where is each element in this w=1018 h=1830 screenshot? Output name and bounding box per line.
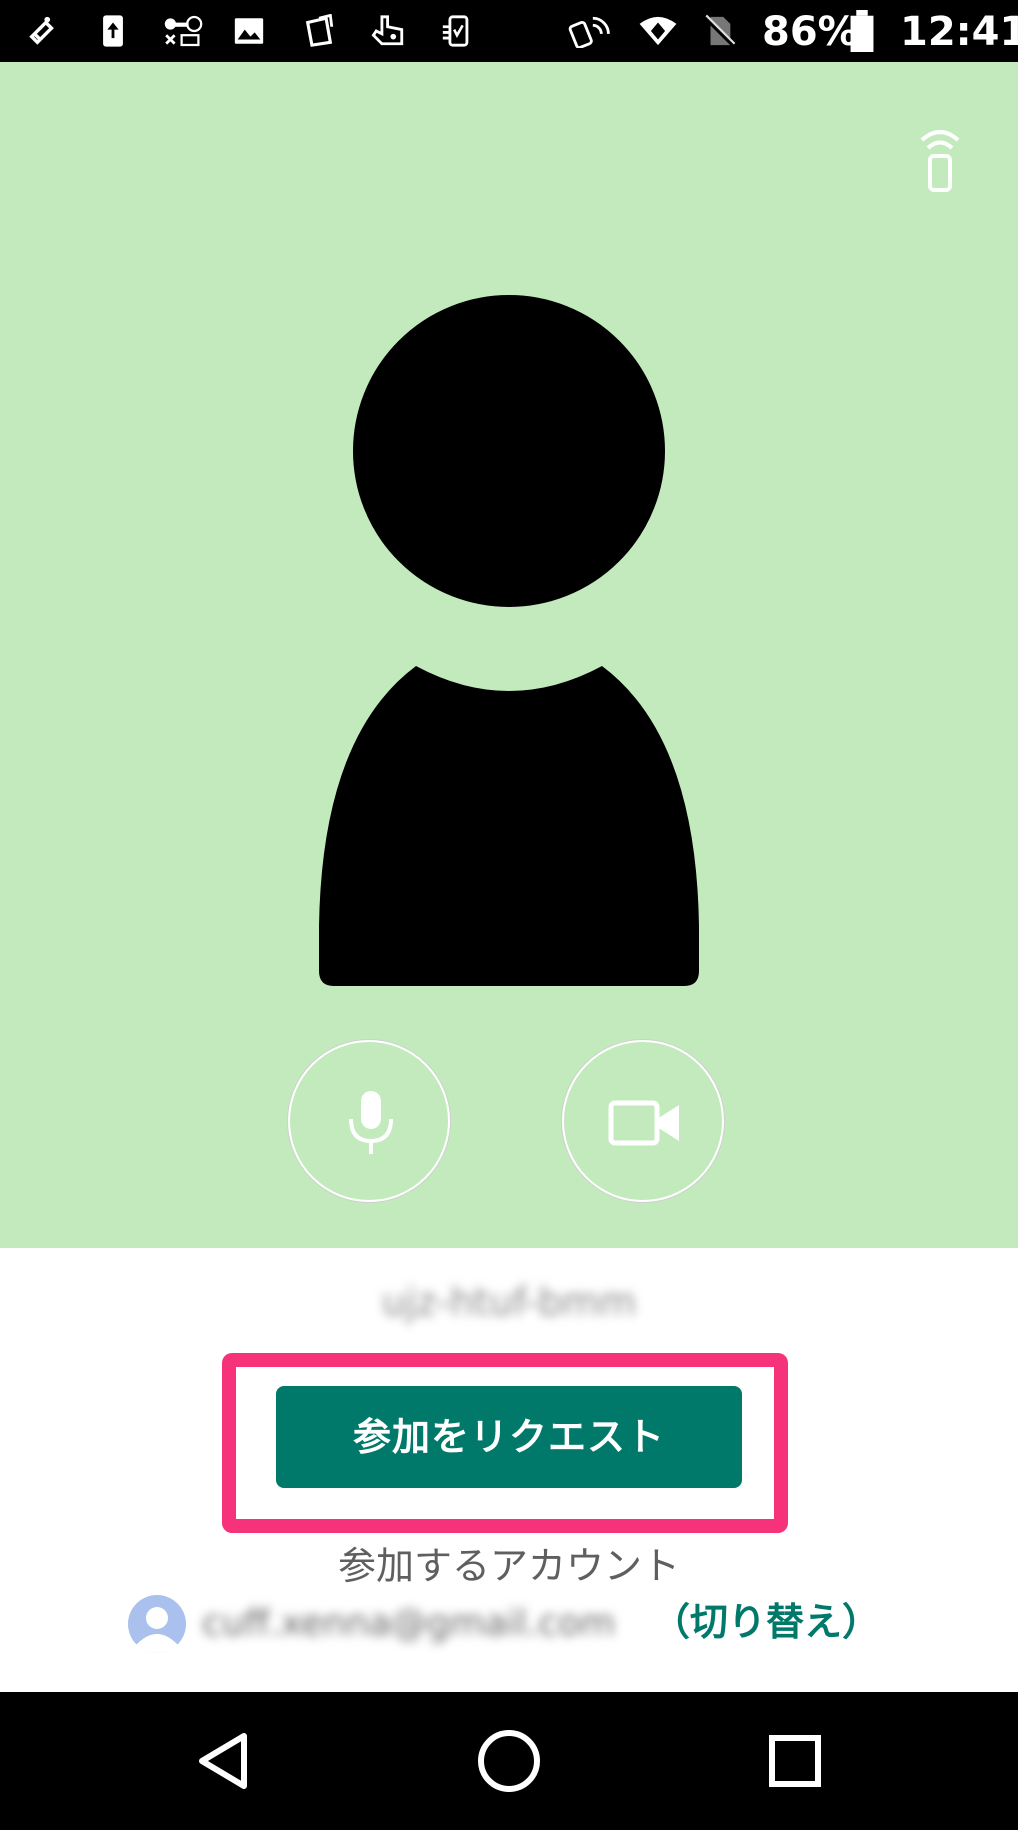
wifi-icon [634, 14, 682, 48]
microphone-icon [349, 1091, 393, 1154]
vpn-key-icon [162, 14, 204, 48]
meet-join-screen: 86% 12:41 ujz-htuf-bmm 参加をリクエスト 参加するアカウン… [0, 0, 1018, 1830]
battery-percent: 86% [762, 9, 858, 55]
account-avatar-icon [128, 1595, 186, 1653]
cast-icon[interactable] [914, 124, 966, 196]
back-icon[interactable] [178, 1716, 268, 1806]
microphone-toggle-button[interactable] [288, 1040, 450, 1202]
request-to-join-button[interactable]: 参加をリクエスト [276, 1386, 742, 1488]
no-sim-icon [702, 14, 736, 48]
upload-icon [96, 14, 130, 48]
camera-preview [0, 62, 1018, 1248]
notification-icon [26, 14, 60, 48]
joining-account-label: 参加するアカウント [337, 1544, 680, 1588]
phone-app-icon [440, 14, 474, 48]
recents-icon[interactable] [750, 1716, 840, 1806]
camera-toggle-button[interactable] [562, 1040, 724, 1202]
account-email: cuff.xenna@gmail.com [202, 1603, 616, 1644]
home-icon[interactable] [464, 1716, 554, 1806]
navigation-bar [0, 1692, 1018, 1830]
gesture-icon [366, 14, 412, 48]
gallery-icon [232, 14, 266, 48]
battery-icon [848, 10, 876, 52]
app-icon [302, 14, 336, 48]
clock: 12:41 [900, 9, 1018, 55]
nfc-phone-icon [566, 14, 614, 48]
switch-account-link[interactable]: （切り替え） [652, 1594, 882, 1650]
avatar-silhouette [316, 283, 702, 986]
status-bar: 86% 12:41 [0, 0, 1018, 62]
meeting-code: ujz-htuf-bmm [381, 1280, 637, 1324]
video-camera-icon [608, 1100, 679, 1146]
